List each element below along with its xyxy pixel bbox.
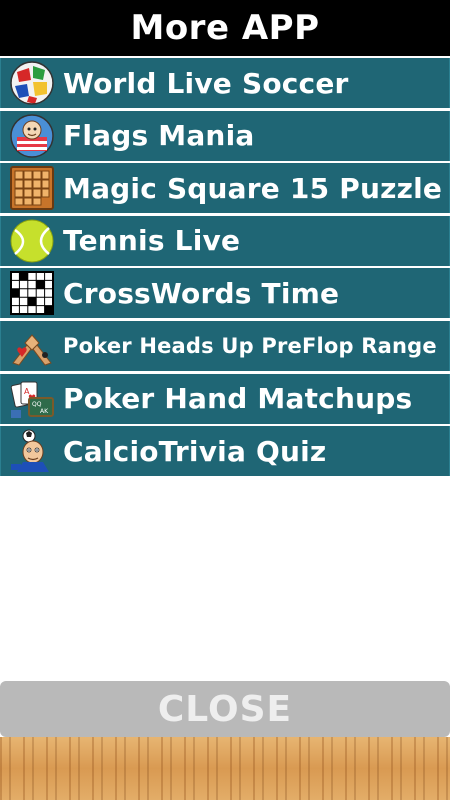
poker-hands-icon — [9, 323, 55, 369]
crossword-grid-icon — [9, 270, 55, 316]
poker-cards-icon: A ♥ QQ AK — [9, 376, 55, 422]
app-item-poker-hand-matchups[interactable]: A ♥ QQ AK Poker Hand Matchups — [0, 373, 450, 424]
app-item-label: Magic Square 15 Puzzle — [63, 171, 443, 205]
page-title: More APP — [0, 0, 450, 56]
more-apps-screen: More APP World Live Soccer Flags Mania M… — [0, 0, 450, 800]
app-item-label: CalcioTrivia Quiz — [63, 434, 327, 468]
svg-text:AK: AK — [40, 408, 49, 415]
soccer-flags-icon — [9, 60, 55, 106]
close-button[interactable]: CLOSE — [0, 681, 450, 737]
app-item-world-live-soccer[interactable]: World Live Soccer — [0, 58, 450, 108]
app-item-label: World Live Soccer — [63, 66, 349, 100]
app-item-label: Poker Heads Up PreFlop Range — [63, 333, 437, 358]
wood-background-strip — [0, 737, 450, 800]
app-item-label: CrossWords Time — [63, 276, 340, 310]
app-item-label: Poker Hand Matchups — [63, 382, 413, 416]
tennis-ball-icon — [9, 218, 55, 264]
app-item-label: Flags Mania — [63, 119, 255, 153]
puzzle-grid-icon — [9, 165, 55, 211]
app-item-crosswords-time[interactable]: CrossWords Time — [0, 268, 450, 319]
soccer-player-icon — [9, 428, 55, 474]
svg-text:QQ: QQ — [32, 401, 42, 408]
app-list: World Live Soccer Flags Mania Magic Squa… — [0, 58, 450, 479]
flags-mania-icon — [9, 113, 55, 159]
app-item-label: Tennis Live — [63, 224, 241, 258]
app-item-poker-heads-up[interactable]: Poker Heads Up PreFlop Range — [0, 320, 450, 371]
app-item-calciotrivia-quiz[interactable]: CalcioTrivia Quiz — [0, 426, 450, 477]
app-item-tennis-live[interactable]: Tennis Live — [0, 215, 450, 266]
app-item-magic-square[interactable]: Magic Square 15 Puzzle — [0, 163, 450, 214]
app-item-flags-mania[interactable]: Flags Mania — [0, 110, 450, 161]
